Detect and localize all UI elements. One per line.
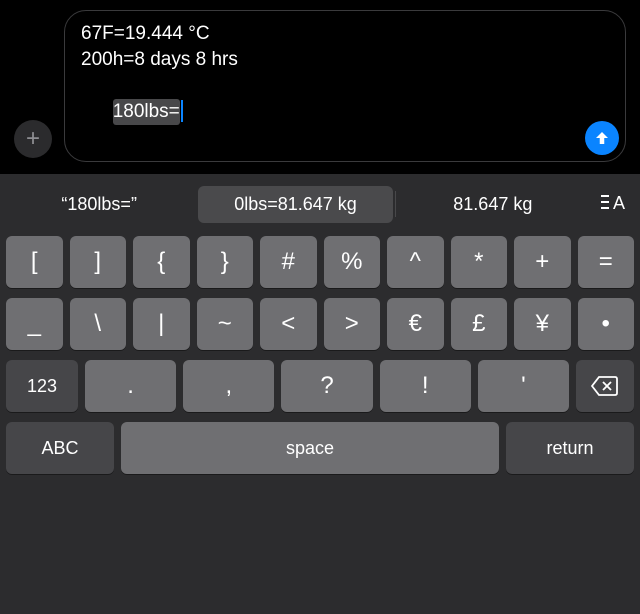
send-button[interactable] xyxy=(585,121,619,155)
input-line-1: 67F=19.444 °C xyxy=(81,21,577,47)
key-tilde[interactable]: ~ xyxy=(197,298,254,350)
key-left-brace[interactable]: { xyxy=(133,236,190,288)
svg-text:A: A xyxy=(613,193,625,212)
delete-icon xyxy=(591,375,619,397)
keyboard: “180lbs=” 0lbs=81.647 kg 81.647 kg A [ ]… xyxy=(0,174,640,614)
key-yen[interactable]: ¥ xyxy=(514,298,571,350)
key-pipe[interactable]: | xyxy=(133,298,190,350)
key-percent[interactable]: % xyxy=(324,236,381,288)
key-asterisk[interactable]: * xyxy=(451,236,508,288)
key-caret[interactable]: ^ xyxy=(387,236,444,288)
key-euro[interactable]: € xyxy=(387,298,444,350)
input-line-2: 200h=8 days 8 hrs xyxy=(81,47,577,73)
key-123[interactable]: 123 xyxy=(6,360,78,412)
suggestion-3[interactable]: 81.647 kg xyxy=(396,184,590,225)
add-button[interactable]: + xyxy=(14,120,52,158)
key-backslash[interactable]: \ xyxy=(70,298,127,350)
key-equals[interactable]: = xyxy=(578,236,635,288)
suggestion-1[interactable]: “180lbs=” xyxy=(2,184,196,225)
input-line-current: 180lbs= xyxy=(81,73,577,151)
text-format-icon: A xyxy=(601,192,627,217)
key-return[interactable]: return xyxy=(506,422,634,474)
key-hash[interactable]: # xyxy=(260,236,317,288)
key-rows: [ ] { } # % ^ * + = _ \ | ~ < > € £ ¥ • … xyxy=(0,230,640,494)
message-input[interactable]: 67F=19.444 °C 200h=8 days 8 hrs 180lbs= xyxy=(64,10,626,162)
key-plus[interactable]: + xyxy=(514,236,571,288)
text-cursor xyxy=(181,100,183,122)
arrow-up-icon xyxy=(593,129,611,147)
key-abc[interactable]: ABC xyxy=(6,422,114,474)
key-right-brace[interactable]: } xyxy=(197,236,254,288)
key-right-bracket[interactable]: ] xyxy=(70,236,127,288)
suggestion-2[interactable]: 0lbs=81.647 kg xyxy=(198,186,392,223)
key-row-3: 123 . , ? ! ' xyxy=(6,360,634,412)
compose-area: + 67F=19.444 °C 200h=8 days 8 hrs 180lbs… xyxy=(0,0,640,174)
key-delete[interactable] xyxy=(576,360,634,412)
key-row-2: _ \ | ~ < > € £ ¥ • xyxy=(6,298,634,350)
key-pound[interactable]: £ xyxy=(451,298,508,350)
key-period[interactable]: . xyxy=(85,360,176,412)
key-question[interactable]: ? xyxy=(281,360,372,412)
key-gt[interactable]: > xyxy=(324,298,381,350)
key-row-4: ABC space return xyxy=(6,422,634,474)
current-text: 180lbs= xyxy=(113,99,180,125)
key-bullet[interactable]: • xyxy=(578,298,635,350)
key-exclaim[interactable]: ! xyxy=(380,360,471,412)
text-format-button[interactable]: A xyxy=(590,192,638,217)
key-row-1: [ ] { } # % ^ * + = xyxy=(6,236,634,288)
suggestion-bar: “180lbs=” 0lbs=81.647 kg 81.647 kg A xyxy=(0,178,640,230)
key-lt[interactable]: < xyxy=(260,298,317,350)
key-space[interactable]: space xyxy=(121,422,499,474)
key-comma[interactable]: , xyxy=(183,360,274,412)
plus-icon: + xyxy=(26,125,40,153)
key-underscore[interactable]: _ xyxy=(6,298,63,350)
key-left-bracket[interactable]: [ xyxy=(6,236,63,288)
key-apostrophe[interactable]: ' xyxy=(478,360,569,412)
